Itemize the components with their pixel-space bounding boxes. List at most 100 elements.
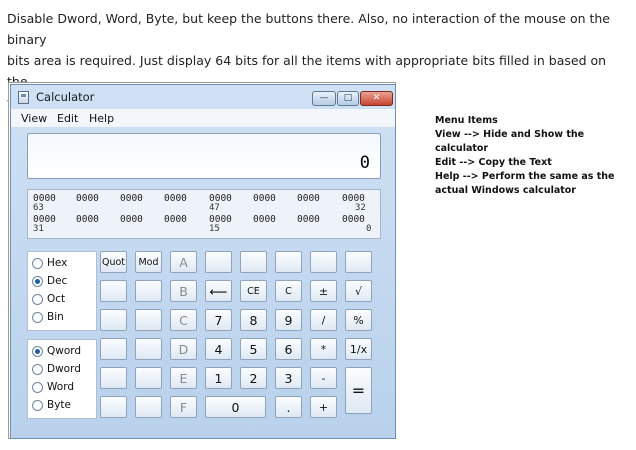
hex-a-button[interactable]: A: [170, 251, 197, 273]
notes-line: actual Windows calculator: [435, 185, 576, 196]
blank-button[interactable]: [205, 251, 232, 273]
bit-group: 0000: [253, 214, 276, 225]
bit-group: 0000: [120, 214, 143, 225]
bit-index-label: 32: [355, 203, 366, 213]
divide-button[interactable]: /: [310, 309, 337, 331]
radio-bin[interactable]: Bin: [32, 308, 64, 326]
digit-3-button[interactable]: 3: [275, 367, 302, 389]
blank-button[interactable]: [135, 309, 162, 331]
close-icon: ✕: [372, 93, 381, 103]
menu-bar: View Edit Help: [11, 109, 395, 127]
quot-button[interactable]: Quot: [100, 251, 127, 273]
digit-4-button[interactable]: 4: [205, 338, 232, 360]
calculator-icon: [18, 91, 29, 104]
decimal-button[interactable]: .: [275, 396, 302, 418]
binary-bits-area: 0000 0000 0000 0000 0000 0000 0000 0000 …: [27, 189, 381, 239]
digit-7-button[interactable]: 7: [205, 309, 232, 331]
equals-button[interactable]: =: [345, 367, 372, 414]
clear-entry-button[interactable]: CE: [240, 280, 267, 302]
maximize-button[interactable]: □: [337, 91, 359, 106]
blank-button[interactable]: [135, 338, 162, 360]
hex-b-button[interactable]: B: [170, 280, 197, 302]
radio-button: [32, 363, 43, 375]
radio-label: Oct: [47, 293, 66, 305]
blank-button[interactable]: [100, 309, 127, 331]
multiply-button[interactable]: *: [310, 338, 337, 360]
digit-2-button[interactable]: 2: [240, 367, 267, 389]
menu-help[interactable]: Help: [89, 112, 114, 125]
bit-group: 0000: [76, 214, 99, 225]
blank-button[interactable]: [135, 367, 162, 389]
radio-label: Dec: [47, 275, 68, 287]
blank-button[interactable]: [100, 367, 127, 389]
radio-button: [32, 381, 43, 393]
radio-button: [32, 345, 43, 357]
mod-button[interactable]: Mod: [135, 251, 162, 273]
close-button[interactable]: ✕: [360, 91, 393, 106]
minus-button[interactable]: -: [310, 367, 337, 389]
plus-minus-button[interactable]: ±: [310, 280, 337, 302]
radio-hex[interactable]: Hex: [32, 254, 67, 272]
hex-f-button[interactable]: F: [170, 396, 197, 418]
radio-dword[interactable]: Dword: [32, 360, 81, 378]
digit-6-button[interactable]: 6: [275, 338, 302, 360]
radio-oct[interactable]: Oct: [32, 290, 65, 308]
hex-d-button[interactable]: D: [170, 338, 197, 360]
menu-view[interactable]: View: [21, 112, 47, 125]
digit-9-button[interactable]: 9: [275, 309, 302, 331]
bit-index-label: 47: [209, 203, 220, 213]
bit-group: 0000: [164, 214, 187, 225]
notes-line: View --> Hide and Show the calculator: [435, 129, 585, 154]
radio-button: [32, 275, 43, 287]
radio-button: [32, 399, 43, 411]
blank-button[interactable]: [135, 396, 162, 418]
radio-button: [32, 257, 43, 269]
digit-8-button[interactable]: 8: [240, 309, 267, 331]
bit-index-label: 63: [33, 203, 44, 213]
bit-index-label: 15: [209, 224, 220, 234]
radio-word[interactable]: Word: [32, 378, 74, 396]
blank-button[interactable]: [100, 396, 127, 418]
radio-qword[interactable]: Qword: [32, 342, 81, 360]
title-bar: Calculator — □ ✕: [11, 85, 395, 109]
percent-button[interactable]: %: [345, 309, 372, 331]
radio-byte[interactable]: Byte: [32, 396, 71, 414]
reciprocal-button[interactable]: 1/x: [345, 338, 372, 360]
blank-button[interactable]: [100, 338, 127, 360]
hex-e-button[interactable]: E: [170, 367, 197, 389]
hex-c-button[interactable]: C: [170, 309, 197, 331]
bit-group: 0000: [297, 193, 320, 204]
blank-button[interactable]: [275, 251, 302, 273]
digit-0-button[interactable]: 0: [205, 396, 266, 418]
blank-button[interactable]: [135, 280, 162, 302]
blank-button[interactable]: [345, 251, 372, 273]
radio-label: Dword: [47, 363, 81, 375]
radio-dec[interactable]: Dec: [32, 272, 67, 290]
radio-button: [32, 311, 43, 323]
bit-group: 0000: [120, 193, 143, 204]
notes-line: Help --> Perform the same as the: [435, 171, 615, 182]
radio-label: Qword: [47, 345, 82, 357]
digit-5-button[interactable]: 5: [240, 338, 267, 360]
bit-index-label: 31: [33, 224, 44, 234]
clear-button[interactable]: C: [275, 280, 302, 302]
instruction-line-1: Disable Dword, Word, Byte, but keep the …: [7, 11, 610, 47]
maximize-icon: □: [343, 93, 353, 103]
blank-button[interactable]: [240, 251, 267, 273]
digit-1-button[interactable]: 1: [205, 367, 232, 389]
radio-label: Word: [47, 381, 74, 393]
calculator-window: Calculator — □ ✕ View Edit Help 0 0000 0…: [10, 84, 396, 439]
window-title: Calculator: [36, 90, 95, 104]
bit-group: 0000: [297, 214, 320, 225]
menu-edit[interactable]: Edit: [57, 112, 78, 125]
radio-button: [32, 293, 43, 305]
sqrt-button[interactable]: √: [345, 280, 372, 302]
word-size-group: Qword Dword Word Byte: [27, 339, 97, 419]
blank-button[interactable]: [100, 280, 127, 302]
minimize-button[interactable]: —: [312, 91, 336, 106]
display-value: 0: [359, 153, 370, 173]
bit-group: 0000: [164, 193, 187, 204]
blank-button[interactable]: [310, 251, 337, 273]
backspace-button[interactable]: ⟵: [205, 280, 232, 302]
plus-button[interactable]: +: [310, 396, 337, 418]
